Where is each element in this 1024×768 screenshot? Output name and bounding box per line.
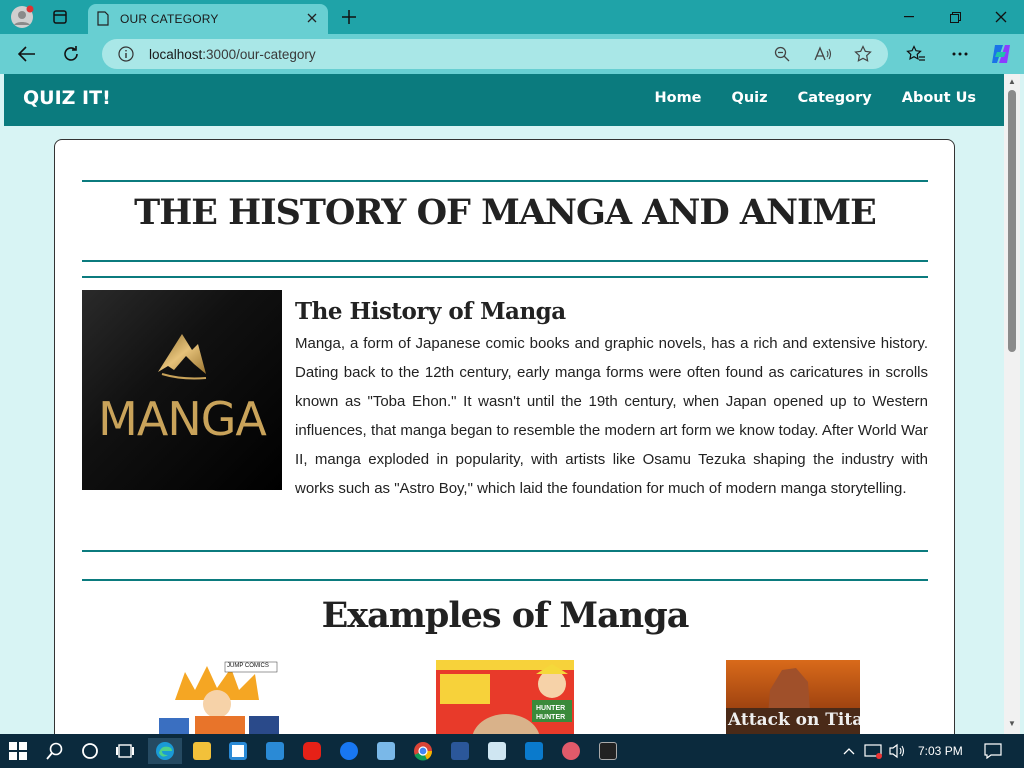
hunter-cover-label: HUNTER HUNTER (536, 705, 566, 721)
word-icon[interactable] (447, 738, 473, 764)
zoom-icon[interactable] (772, 45, 792, 63)
cortana-icon[interactable] (77, 738, 103, 764)
read-aloud-icon[interactable] (813, 45, 833, 63)
divider (82, 260, 928, 262)
remote-desktop-icon[interactable] (373, 738, 399, 764)
youtube-icon[interactable] (299, 738, 325, 764)
minimize-icon[interactable] (894, 6, 924, 28)
web-page: QUIZ IT! Home Quiz Category About Us THE… (4, 74, 1004, 734)
divider (82, 550, 928, 552)
restore-icon[interactable] (940, 6, 970, 28)
page-title: THE HISTORY OF MANGA AND ANIME (134, 192, 877, 233)
network-icon[interactable] (862, 738, 884, 764)
mail-icon[interactable] (262, 738, 288, 764)
attack-on-titan-cover-label: Attack on Titan (728, 710, 860, 730)
edge-taskbar-icon[interactable] (148, 738, 182, 764)
manga-logo-image: MANGA (82, 290, 282, 490)
browser-tab-bar: OUR CATEGORY (0, 0, 1024, 34)
notepad-icon[interactable] (484, 738, 510, 764)
page-icon (97, 11, 109, 31)
favorite-star-icon[interactable] (853, 45, 873, 63)
app-icon[interactable] (558, 738, 584, 764)
nav-quiz[interactable]: Quiz (732, 90, 768, 106)
close-tab-icon[interactable] (304, 10, 320, 26)
site-nav-links: Home Quiz Category About Us (654, 90, 976, 106)
naruto-cover-image[interactable]: JUMP COMICS (155, 660, 281, 734)
copilot-icon[interactable] (988, 42, 1014, 66)
facebook-icon[interactable] (336, 738, 362, 764)
divider (82, 579, 928, 581)
scroll-down-icon[interactable]: ▼ (1008, 720, 1016, 728)
chevron-up-icon[interactable] (838, 738, 860, 764)
site-brand[interactable]: QUIZ IT! (23, 87, 111, 109)
examples-title: Examples of Manga (321, 595, 690, 636)
more-options-icon[interactable] (947, 42, 973, 66)
divider (82, 180, 928, 182)
address-bar[interactable]: localhost:3000/our-category (102, 39, 888, 69)
nav-about-us[interactable]: About Us (902, 90, 976, 106)
attack-on-titan-cover-image[interactable]: Attack on Titan (726, 660, 860, 734)
nav-category[interactable]: Category (798, 90, 872, 106)
volume-icon[interactable] (886, 738, 908, 764)
url-path: :3000/our-category (202, 47, 316, 62)
history-section: MANGA The History of Manga Manga, a form… (82, 290, 928, 503)
task-view-icon[interactable] (112, 738, 138, 764)
file-explorer-icon[interactable] (189, 738, 215, 764)
content-card: THE HISTORY OF MANGA AND ANIME MANGA The… (54, 139, 955, 734)
search-icon[interactable] (42, 738, 68, 764)
nav-home[interactable]: Home (654, 90, 701, 106)
site-navbar: QUIZ IT! Home Quiz Category About Us (4, 74, 1004, 126)
vscode-icon[interactable] (521, 738, 547, 764)
manga-logo-text: MANGA (98, 392, 267, 446)
windows-start-icon[interactable] (5, 738, 31, 764)
divider (82, 276, 928, 278)
site-info-icon[interactable] (118, 46, 134, 67)
url-host: localhost (149, 47, 203, 62)
notifications-icon[interactable] (980, 738, 1006, 764)
browser-toolbar: localhost:3000/our-category (0, 34, 1024, 74)
clock[interactable]: 7:03 PM (918, 744, 963, 758)
store-icon[interactable] (225, 738, 251, 764)
refresh-icon[interactable] (58, 42, 84, 66)
page-scrollbar[interactable]: ▲ ▼ (1004, 74, 1020, 734)
scrollbar-thumb[interactable] (1008, 90, 1016, 352)
chrome-icon[interactable] (410, 738, 436, 764)
url-text: localhost:3000/our-category (149, 47, 316, 62)
close-window-icon[interactable] (986, 6, 1016, 28)
new-tab-icon[interactable] (338, 6, 360, 28)
tab-actions-icon[interactable] (46, 5, 74, 29)
naruto-cover-label: JUMP COMICS (227, 663, 269, 669)
favorites-icon[interactable] (903, 42, 929, 66)
tab-title: OUR CATEGORY (120, 12, 219, 26)
scroll-up-icon[interactable]: ▲ (1008, 78, 1016, 86)
profile-icon[interactable] (8, 5, 36, 29)
back-icon[interactable] (14, 42, 40, 66)
hunter-x-hunter-cover-image[interactable]: HUNTER HUNTER (436, 660, 574, 734)
taskbar: 7:03 PM (0, 734, 1024, 768)
terminal-icon[interactable] (595, 738, 621, 764)
tab-our-category[interactable]: OUR CATEGORY (88, 4, 328, 34)
